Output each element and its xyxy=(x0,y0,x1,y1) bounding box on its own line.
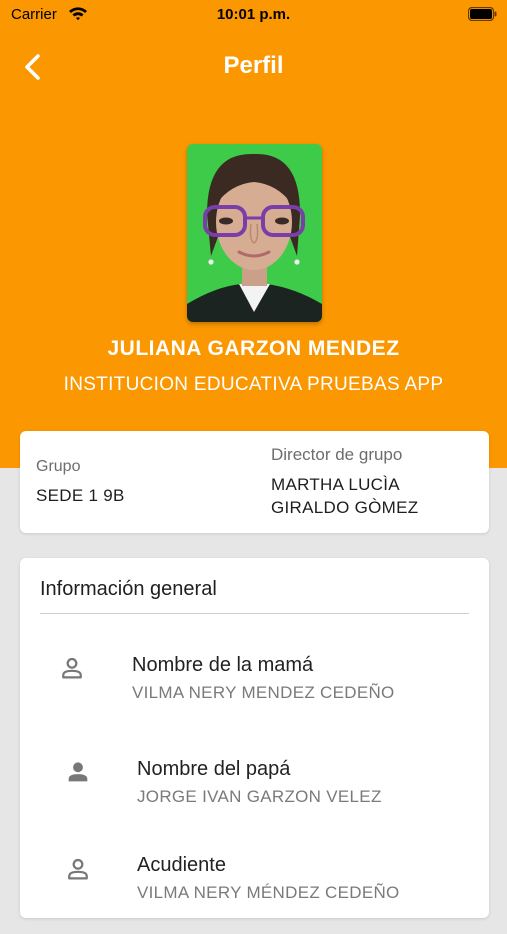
info-row-label: Nombre de la mamá xyxy=(132,654,314,676)
profile-header: Carrier 10:01 p.m. Perfil JULIANA GARZON… xyxy=(0,0,507,468)
person-outline-icon xyxy=(58,654,86,682)
director-label: Director de grupo xyxy=(271,445,403,464)
director-name-line2: GIRALDO GÒMEZ xyxy=(271,498,419,517)
student-photo xyxy=(187,144,322,322)
info-row-value: VILMA NERY MENDEZ CEDEÑO xyxy=(132,683,395,702)
person-outline-icon xyxy=(64,855,92,883)
director-name-line1: MARTHA LUCÌA xyxy=(271,475,400,494)
info-row-value: VILMA NERY MÉNDEZ CEDEÑO xyxy=(137,883,400,902)
person-filled-icon xyxy=(64,758,92,786)
general-info-title: Información general xyxy=(40,578,217,600)
page-title: Perfil xyxy=(223,52,284,79)
status-time: 10:01 p.m. xyxy=(216,6,291,23)
info-row-value: JORGE IVAN GARZON VELEZ xyxy=(137,787,382,806)
info-row-mother: Nombre de la mamá VILMA NERY MENDEZ CEDE… xyxy=(20,646,489,726)
info-row-guardian: Acudiente VILMA NERY MÉNDEZ CEDEÑO xyxy=(20,854,489,934)
group-card: Grupo SEDE 1 9B Director de grupo MARTHA… xyxy=(20,431,489,533)
info-row-label: Nombre del papá xyxy=(137,758,291,780)
divider xyxy=(40,613,469,614)
general-info-card: Información general Nombre de la mamá VI… xyxy=(20,558,489,918)
battery-icon xyxy=(467,6,497,25)
status-bar: Carrier 10:01 p.m. xyxy=(0,0,507,30)
group-label: Grupo xyxy=(36,458,81,475)
group-value: SEDE 1 9B xyxy=(36,486,125,505)
student-name: JULIANA GARZON MENDEZ xyxy=(107,337,400,360)
info-row-label: Acudiente xyxy=(137,854,226,876)
school-name: INSTITUCION EDUCATIVA PRUEBAS APP xyxy=(63,374,444,395)
info-row-father: Nombre del papá JORGE IVAN GARZON VELEZ xyxy=(20,750,489,830)
